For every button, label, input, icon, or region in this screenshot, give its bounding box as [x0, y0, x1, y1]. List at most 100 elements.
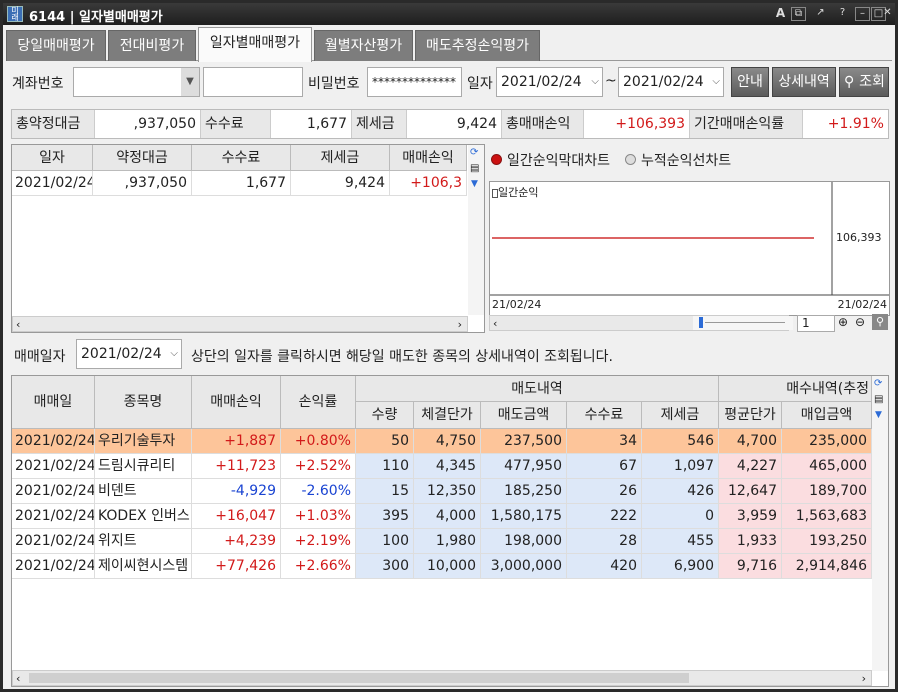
detail-cell-exec-price[interactable]: 10,000 — [414, 554, 481, 579]
col-trade-pl[interactable]: 매매손익 — [390, 145, 467, 171]
minimize-icon[interactable]: – — [855, 7, 870, 21]
chevron-down-icon[interactable]: ▼ — [181, 68, 199, 96]
zoom-reset-icon[interactable]: ⚲ — [872, 314, 888, 330]
detail-cell-sell-amount[interactable]: 198,000 — [481, 529, 567, 554]
detail-cell-pl-rate[interactable]: +2.66% — [281, 554, 356, 579]
line-chart-radio-label[interactable]: 누적순익선차트 — [641, 150, 731, 170]
detail-cell-sell-fee[interactable]: 420 — [567, 554, 642, 579]
detail-cell-sell-tax[interactable]: 6,900 — [642, 554, 719, 579]
scroll-down-icon[interactable]: ▼ — [875, 410, 882, 420]
detail-cell-trade-pl[interactable]: +11,723 — [192, 454, 281, 479]
trade-date-field[interactable]: 2021/02/24 ⌵ — [76, 339, 182, 369]
detail-cell-sell-amount[interactable]: 477,950 — [481, 454, 567, 479]
detail-cell-avg-price[interactable]: 12,647 — [719, 479, 782, 504]
scroll-left-icon[interactable]: ‹ — [16, 318, 20, 331]
pin-icon[interactable]: ↗ — [813, 7, 828, 21]
detail-cell-stock-name[interactable]: 제이씨현시스템 — [95, 554, 192, 579]
detail-cell-qty[interactable]: 50 — [356, 429, 414, 454]
daily-cell-pl[interactable]: +106,3 — [390, 171, 467, 196]
guide-button[interactable]: 안내 — [731, 67, 769, 97]
date-from-field[interactable]: 2021/02/24 ⌵ — [496, 67, 603, 97]
daily-vscroll[interactable]: ⟳ ▤ ▼ — [468, 145, 484, 315]
detail-hscroll[interactable]: ‹ › — [12, 670, 872, 686]
password-field[interactable]: ************** — [367, 67, 462, 97]
detail-cell-exec-price[interactable]: 12,350 — [414, 479, 481, 504]
col-trade-pl[interactable]: 매매손익 — [192, 376, 281, 429]
col-sell-fee[interactable]: 수수료 — [567, 402, 642, 429]
hscroll-thumb[interactable] — [29, 673, 689, 683]
daily-cell-date[interactable]: 2021/02/24 — [12, 171, 93, 196]
detail-cell-pl-rate[interactable]: +0.80% — [281, 429, 356, 454]
scroll-left-icon[interactable]: ‹ — [16, 672, 20, 685]
detail-cell-pl-rate[interactable]: +2.52% — [281, 454, 356, 479]
daily-cell-contract[interactable]: ,937,050 — [93, 171, 192, 196]
detail-cell-sell-amount[interactable]: 1,580,175 — [481, 504, 567, 529]
detail-cell-exec-price[interactable]: 4,000 — [414, 504, 481, 529]
detail-cell-buy-amount[interactable]: 189,700 — [782, 479, 872, 504]
tab-prev-day-eval[interactable]: 전대비평가 — [108, 30, 196, 61]
detail-cell-sell-tax[interactable]: 1,097 — [642, 454, 719, 479]
scroll-left-icon[interactable]: ‹ — [493, 317, 497, 330]
col-contract[interactable]: 약정대금 — [93, 145, 192, 171]
tab-sell-est-eval[interactable]: 매도추정손익평가 — [415, 30, 540, 61]
col-buy-amount[interactable]: 매입금액 — [782, 402, 872, 429]
col-exec-price[interactable]: 체결단가 — [414, 402, 481, 429]
detail-cell-stock-name[interactable]: KODEX 인버스 — [95, 504, 192, 529]
detail-cell-avg-price[interactable]: 4,227 — [719, 454, 782, 479]
detail-cell-trade-date[interactable]: 2021/02/24 — [12, 554, 95, 579]
detail-cell-avg-price[interactable]: 1,933 — [719, 529, 782, 554]
zoom-level-field[interactable]: 1 — [797, 315, 835, 332]
help-icon[interactable]: ? — [835, 7, 850, 21]
detail-cell-sell-amount[interactable]: 185,250 — [481, 479, 567, 504]
detail-cell-sell-tax[interactable]: 455 — [642, 529, 719, 554]
export-icon[interactable]: ▤ — [874, 394, 883, 405]
detail-cell-buy-amount[interactable]: 193,250 — [782, 529, 872, 554]
chevron-down-icon[interactable]: ⌵ — [170, 340, 178, 368]
detail-cell-exec-price[interactable]: 1,980 — [414, 529, 481, 554]
detail-cell-stock-name[interactable]: 위지트 — [95, 529, 192, 554]
detail-cell-trade-date[interactable]: 2021/02/24 — [12, 479, 95, 504]
detail-cell-buy-amount[interactable]: 235,000 — [782, 429, 872, 454]
zoom-out-icon[interactable]: ⊖ — [855, 315, 865, 329]
account-select[interactable]: ▼ — [73, 67, 200, 97]
detail-cell-buy-amount[interactable]: 2,914,846 — [782, 554, 872, 579]
detail-cell-sell-fee[interactable]: 34 — [567, 429, 642, 454]
refresh-icon[interactable]: ⟳ — [874, 378, 882, 389]
tab-monthly-asset-eval[interactable]: 월별자산평가 — [314, 30, 413, 61]
chevron-down-icon[interactable]: ⌵ — [591, 68, 599, 96]
slider-thumb[interactable] — [699, 317, 703, 328]
detail-cell-qty[interactable]: 100 — [356, 529, 414, 554]
detail-cell-pl-rate[interactable]: -2.60% — [281, 479, 356, 504]
detail-cell-pl-rate[interactable]: +2.19% — [281, 529, 356, 554]
tab-today-eval[interactable]: 당일매매평가 — [6, 30, 106, 61]
detail-cell-stock-name[interactable]: 드림시큐리티 — [95, 454, 192, 479]
date-to-field[interactable]: 2021/02/24 ⌵ — [618, 67, 724, 97]
detail-cell-buy-amount[interactable]: 465,000 — [782, 454, 872, 479]
detail-cell-trade-pl[interactable]: +16,047 — [192, 504, 281, 529]
scroll-down-icon[interactable]: ▼ — [471, 179, 478, 189]
detail-button[interactable]: 상세내역 — [772, 67, 836, 97]
col-fee[interactable]: 수수료 — [192, 145, 291, 171]
detail-cell-sell-tax[interactable]: 546 — [642, 429, 719, 454]
daily-cell-tax[interactable]: 9,424 — [291, 171, 390, 196]
chart-zoom-slider[interactable] — [693, 316, 793, 330]
col-trade-date[interactable]: 매매일 — [12, 376, 95, 429]
col-qty[interactable]: 수량 — [356, 402, 414, 429]
detail-cell-pl-rate[interactable]: +1.03% — [281, 504, 356, 529]
detail-cell-sell-amount[interactable]: 237,500 — [481, 429, 567, 454]
detail-cell-sell-tax[interactable]: 426 — [642, 479, 719, 504]
bar-chart-radio[interactable] — [491, 154, 502, 165]
zoom-in-icon[interactable]: ⊕ — [838, 315, 848, 329]
detail-cell-exec-price[interactable]: 4,345 — [414, 454, 481, 479]
detail-cell-stock-name[interactable]: 우리기술투자 — [95, 429, 192, 454]
detail-cell-sell-fee[interactable]: 222 — [567, 504, 642, 529]
detail-cell-stock-name[interactable]: 비덴트 — [95, 479, 192, 504]
detail-cell-qty[interactable]: 300 — [356, 554, 414, 579]
detail-cell-exec-price[interactable]: 4,750 — [414, 429, 481, 454]
detail-cell-trade-date[interactable]: 2021/02/24 — [12, 504, 95, 529]
detail-cell-trade-pl[interactable]: +77,426 — [192, 554, 281, 579]
line-chart-radio[interactable] — [625, 154, 636, 165]
detail-cell-avg-price[interactable]: 4,700 — [719, 429, 782, 454]
detail-cell-sell-fee[interactable]: 28 — [567, 529, 642, 554]
col-pl-rate[interactable]: 손익률 — [281, 376, 356, 429]
